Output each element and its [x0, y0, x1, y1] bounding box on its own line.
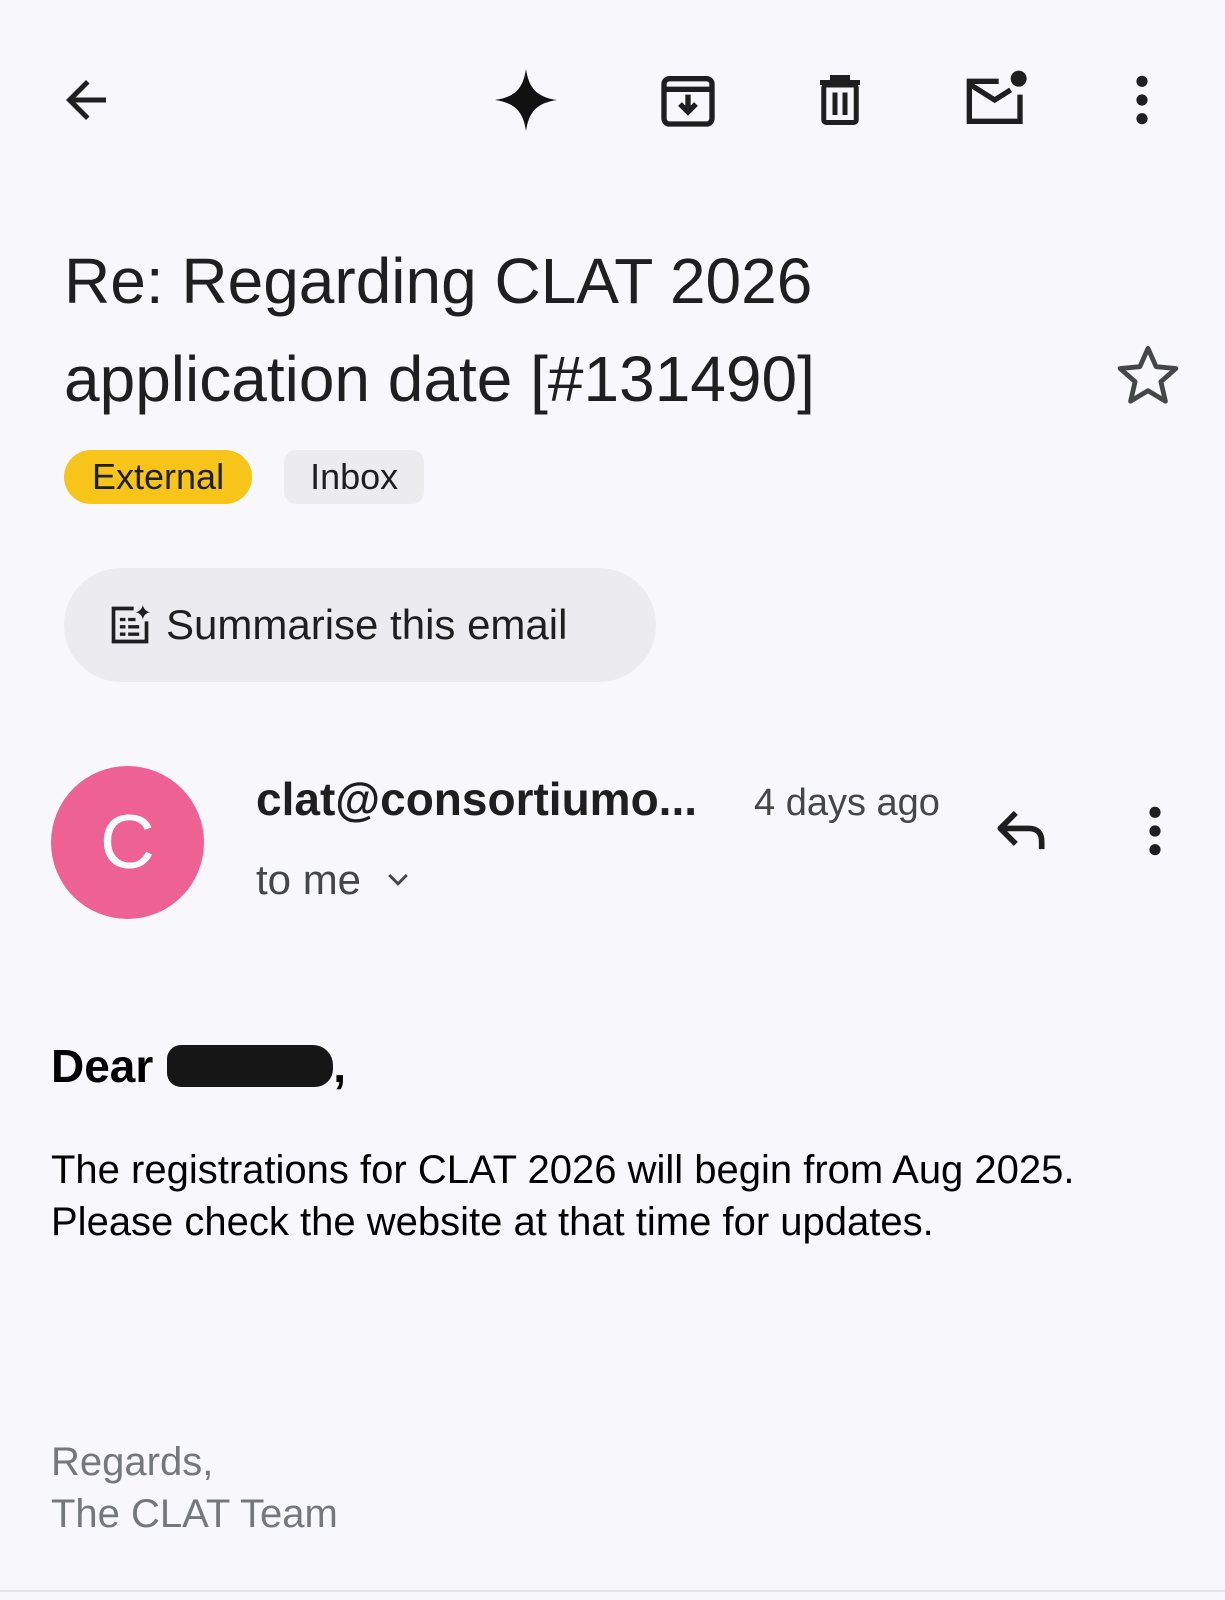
email-subject: Re: Regarding CLAT 2026 application date…: [64, 245, 815, 415]
chevron-down-icon: [388, 873, 408, 886]
summarise-button[interactable]: Summarise this email: [64, 568, 656, 682]
back-arrow-icon[interactable]: [46, 60, 126, 140]
message-time: 4 days ago: [754, 782, 940, 824]
message-more-icon[interactable]: [1130, 796, 1180, 866]
gemini-sparkle-icon[interactable]: [486, 60, 566, 140]
redacted-name: [167, 1045, 334, 1087]
label-inbox[interactable]: Inbox: [284, 450, 425, 504]
bottom-divider: [0, 1590, 1225, 1592]
email-signature: Regards, The CLAT Team: [51, 1436, 338, 1540]
mark-unread-icon[interactable]: [956, 60, 1036, 140]
signature-line-1: Regards,: [51, 1440, 214, 1484]
greeting-word: Dear: [51, 1040, 154, 1092]
label-external[interactable]: External: [64, 450, 253, 504]
recipient-details[interactable]: to me: [256, 856, 413, 904]
avatar[interactable]: C: [51, 766, 204, 919]
sender-name[interactable]: clat@consortiumo...: [256, 772, 697, 826]
body-line-1: The registrations for CLAT 2026 will beg…: [51, 1148, 1075, 1192]
greeting-comma: ,: [333, 1040, 347, 1092]
email-body: The registrations for CLAT 2026 will beg…: [51, 1144, 1201, 1248]
signature-line-2: The CLAT Team: [51, 1492, 338, 1536]
summarise-icon: [111, 604, 151, 644]
body-line-2: Please check the website at that time fo…: [51, 1200, 934, 1244]
archive-icon[interactable]: [648, 60, 728, 140]
delete-icon[interactable]: [800, 60, 880, 140]
more-vert-icon[interactable]: [1102, 60, 1182, 140]
star-icon[interactable]: [1112, 340, 1184, 412]
reply-icon[interactable]: [986, 796, 1056, 866]
top-toolbar: [0, 0, 1225, 200]
summarise-label: Summarise this email: [166, 601, 568, 648]
label-chips: External Inbox: [64, 450, 425, 504]
greeting-line: Dear ,: [51, 1040, 1201, 1092]
recipient-label: to me: [256, 856, 362, 903]
